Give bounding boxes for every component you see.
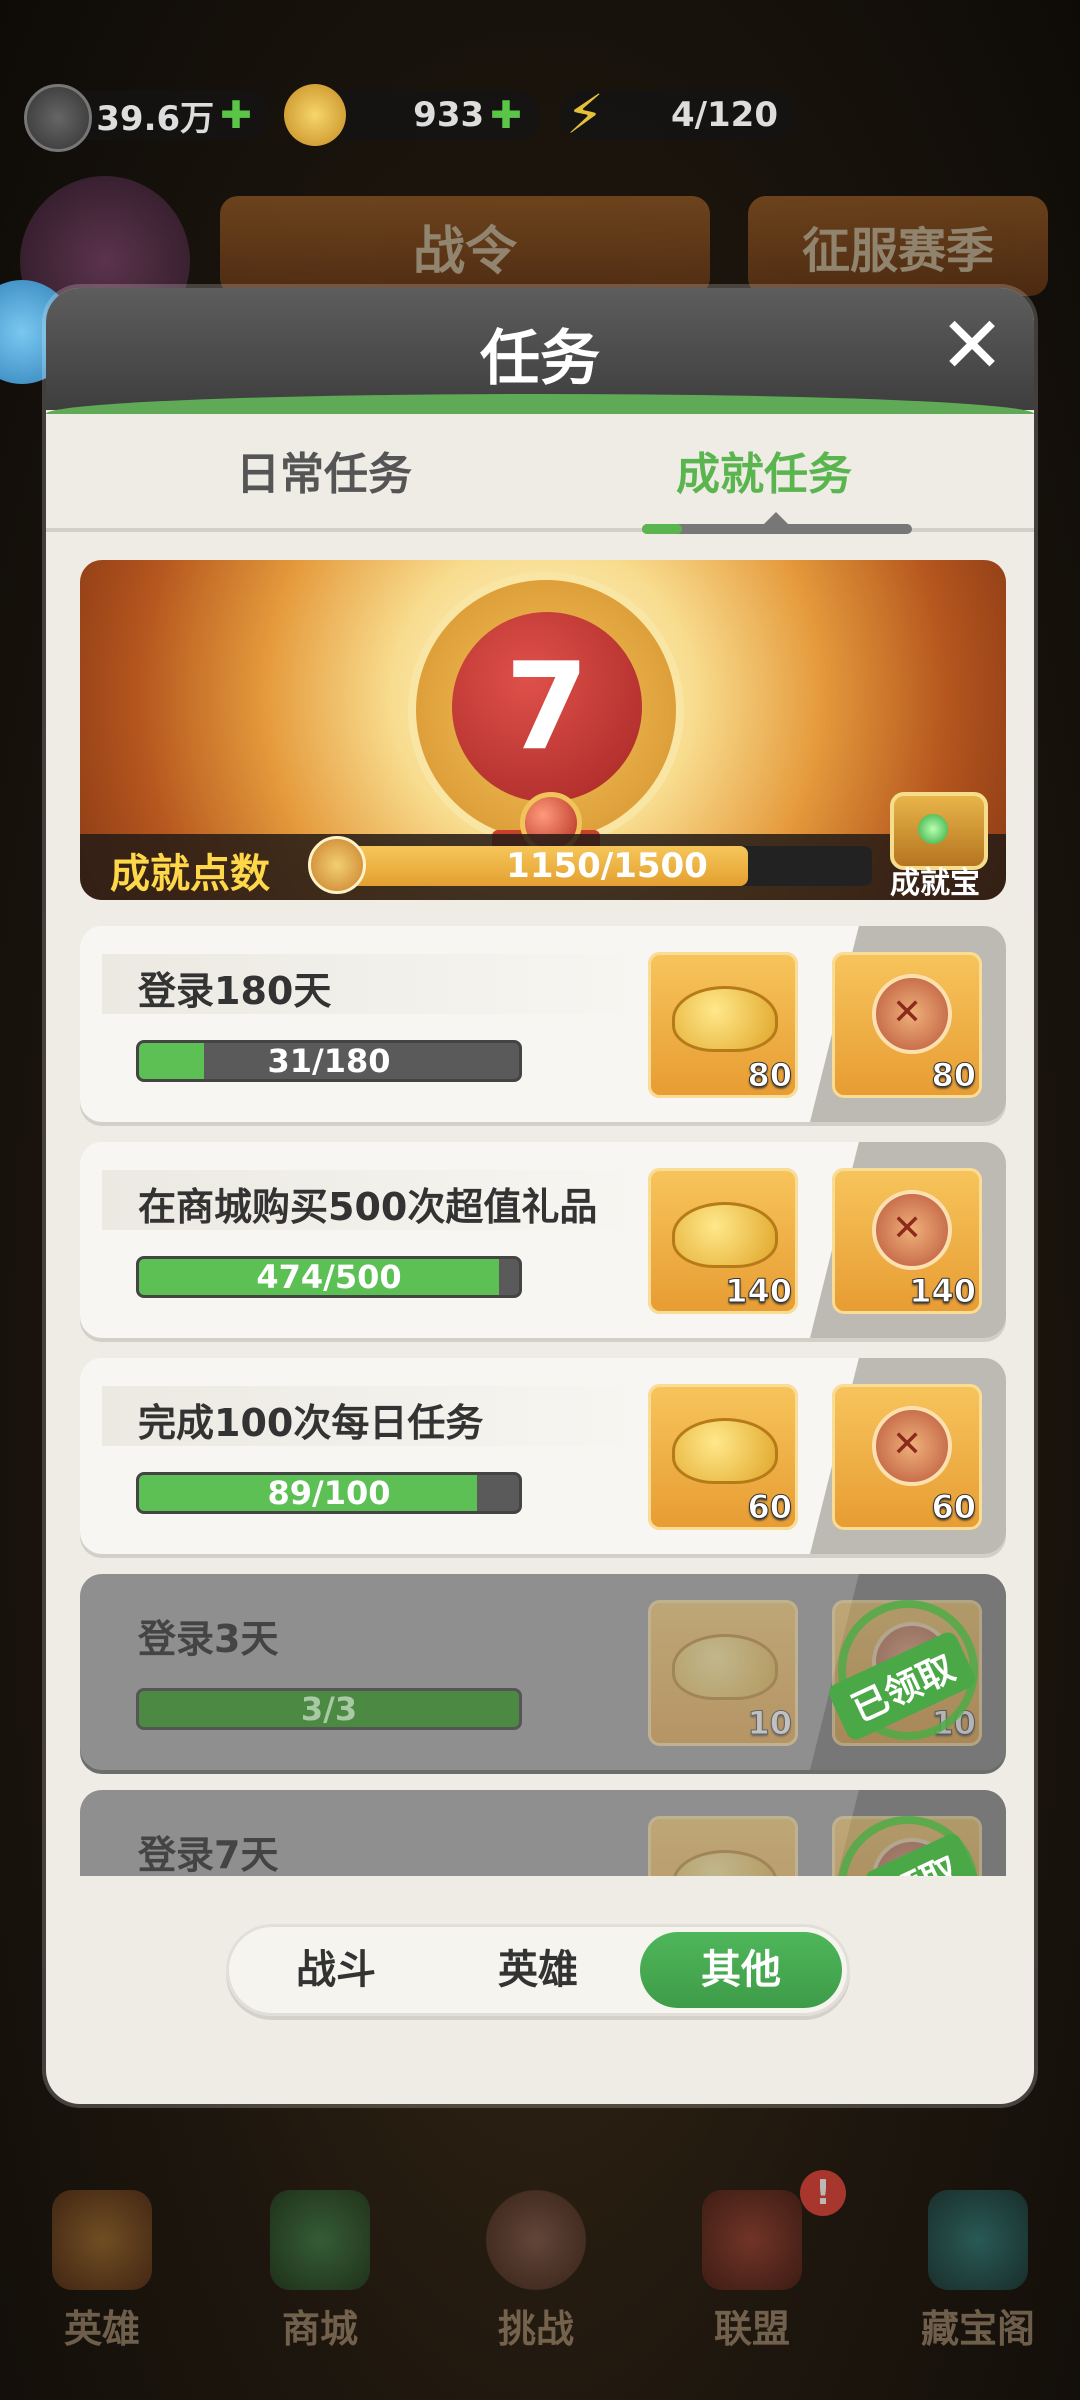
nav-label: 联盟 [713,2307,790,2351]
tab-daily-tasks[interactable]: 日常任务 [236,438,412,502]
energy-resource: ⚡ 4/120 [560,84,796,146]
swords-glyph: ✕ [892,992,923,1033]
segment-heroes[interactable]: 英雄 [448,1924,628,2016]
task-list[interactable]: 登录180天 31/180 80 ✕ 80 在商城购买500次超值礼品 474/ [80,926,1006,1876]
coins-resource[interactable]: 39.6万 ✚ [24,84,270,152]
reward-count: 60 [931,1488,977,1527]
lightning-icon: ⚡ [566,83,604,146]
gold-ingot-icon [672,1418,778,1484]
coins-value: 39.6万 [96,98,215,139]
gold-ingot-icon [672,986,778,1052]
points-label: 成就点数 [110,851,270,897]
reward-ingot[interactable]: 140 [648,1168,798,1314]
task-title: 在商城购买500次超值礼品 [138,1185,598,1229]
achievement-banner: 7 成就点数 1150/1500 成就宝箱 [80,560,1006,900]
tab-indicator-arrow [764,512,788,524]
nav-label: 英雄 [63,2307,140,2351]
battle-pass-button[interactable]: 战令 [220,196,710,296]
modal-header: 任务 ✕ [46,288,1034,410]
task-progress-text: 31/180 [267,1042,391,1080]
shop-icon [270,2190,370,2290]
nav-shop[interactable]: 商城 [250,2190,390,2351]
reward-ingot[interactable]: 60 [648,1384,798,1530]
reward-ingot [648,1816,798,1876]
tab-achievement-tasks[interactable]: 成就任务 [676,438,852,502]
add-coins-icon[interactable]: ✚ [220,93,252,137]
challenge-icon [486,2190,586,2290]
swords-glyph: ✕ [892,1208,923,1249]
gold-ingot-icon [672,1202,778,1268]
nav-label: 藏宝阁 [920,2307,1035,2351]
modal-title: 任务 [480,324,600,394]
task-progress: 89/100 [136,1472,522,1514]
task-modal: 任务 ✕ 日常任务 成就任务 7 成就点数 1150/1500 成就宝箱 登录1… [46,288,1034,2104]
task-title: 登录7天 [138,1833,279,1876]
nav-label: 商城 [281,2307,358,2351]
task-title: 完成100次每日任务 [138,1401,484,1445]
energy-value: 4/120 [670,95,778,135]
points-progress: 1150/1500 [342,846,872,886]
task-card-claimed: 登录7天 领取 [80,1790,1006,1876]
task-progress-text: 474/500 [256,1258,402,1296]
chest-gem-icon [918,814,948,844]
task-progress-text: 3/3 [300,1690,358,1728]
achievement-point-icon [308,836,366,894]
treasure-chest-icon [928,2190,1028,2290]
reward-count: 10 [747,1704,793,1743]
category-filter: 战斗 英雄 其他 [226,1924,850,2016]
add-ingots-icon[interactable]: ✚ [490,93,522,137]
nav-alliance[interactable]: 联盟 [682,2190,822,2351]
task-card: 登录180天 31/180 80 ✕ 80 [80,926,1006,1122]
swords-glyph: ✕ [892,1424,923,1465]
gold-ingot-icon [284,84,346,146]
task-progress: 474/500 [136,1256,522,1298]
reward-count: 80 [931,1056,977,1095]
gold-ingot-icon [672,1850,778,1876]
ingots-resource[interactable]: 933 ✚ [284,84,540,146]
task-progress-text: 89/100 [267,1474,391,1512]
gold-ingot-icon [672,1634,778,1700]
task-progress: 31/180 [136,1040,522,1082]
task-card: 完成100次每日任务 89/100 60 ✕ 60 [80,1358,1006,1554]
nav-label: 挑战 [497,2307,574,2351]
coin-icon [24,84,92,152]
ingots-value: 933 [413,95,485,135]
reward-count: 140 [909,1272,977,1311]
segment-other[interactable]: 其他 [651,1924,831,2016]
alliance-notification-badge: ! [800,2170,846,2216]
reward-count: 80 [747,1056,793,1095]
nav-heroes[interactable]: 英雄 [32,2190,172,2351]
alliance-shield-icon [702,2190,802,2290]
reward-count: 140 [725,1272,793,1311]
task-card-claimed: 登录3天 3/3 10 10 已领取 [80,1574,1006,1770]
tab-indicator [642,524,912,534]
close-icon[interactable]: ✕ [932,306,1012,386]
achievement-level: 7 [452,612,642,802]
hero-icon [52,2190,152,2290]
nav-treasure[interactable]: 藏宝阁 [898,2190,1058,2351]
reward-ingot: 10 [648,1600,798,1746]
reward-achievement-point[interactable]: ✕ 80 [832,952,982,1098]
nav-challenge[interactable]: 挑战 [466,2190,606,2351]
reward-achievement-point[interactable]: ✕ 60 [832,1384,982,1530]
conquest-season-button[interactable]: 征服赛季 [748,196,1048,296]
segment-battle[interactable]: 战斗 [246,1924,426,2016]
reward-achievement-point[interactable]: ✕ 140 [832,1168,982,1314]
task-title: 登录180天 [138,969,332,1013]
task-card: 在商城购买500次超值礼品 474/500 140 ✕ 140 [80,1142,1006,1338]
task-progress: 3/3 [136,1688,522,1730]
task-title: 登录3天 [138,1617,279,1661]
reward-count: 60 [747,1488,793,1527]
chest-label: 成就宝箱 [890,866,980,900]
reward-ingot[interactable]: 80 [648,952,798,1098]
points-progress-text: 1150/1500 [506,846,708,886]
